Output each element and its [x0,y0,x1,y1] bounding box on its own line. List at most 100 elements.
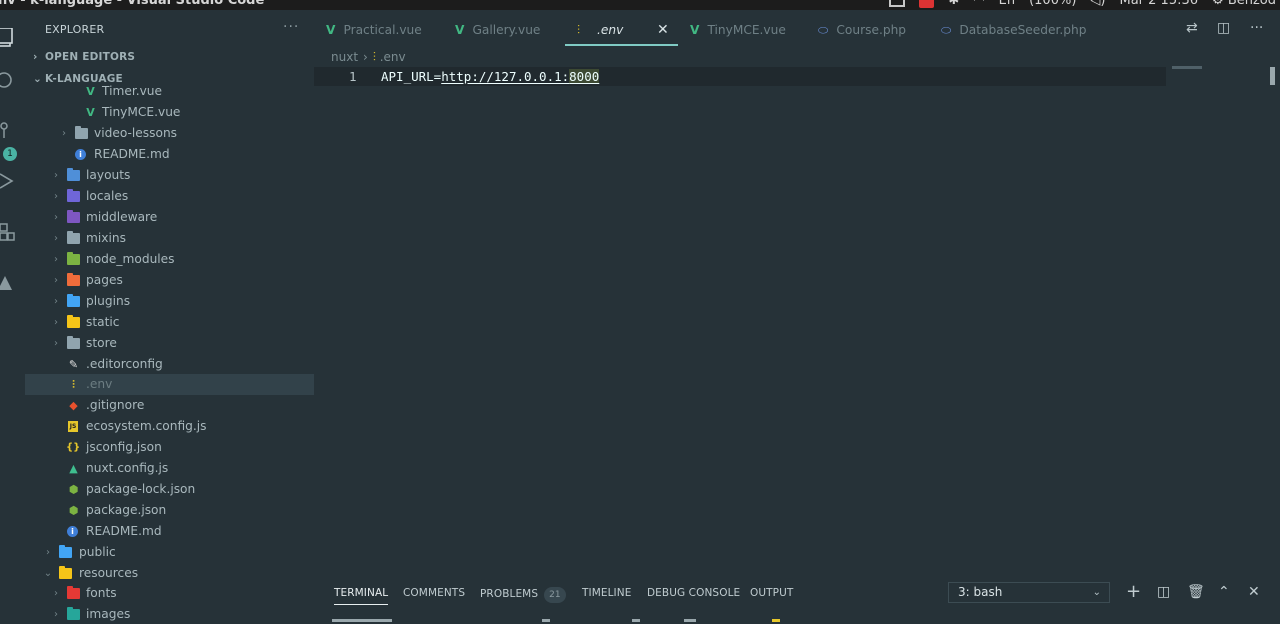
terminal-output[interactable] [332,619,812,624]
split-editor-icon[interactable]: ◫ [1217,20,1230,36]
code-line[interactable]: API_URL=http://127.0.0.1:8000 [381,69,600,84]
search-icon[interactable] [0,72,16,90]
source-control-icon[interactable] [0,122,16,140]
chevron-right-icon: › [54,588,58,599]
tree-item[interactable]: JS ecosystem.config.js [25,416,314,437]
tree-item[interactable]: ✎ .editorconfig [25,354,314,375]
public-folder-icon [59,545,72,558]
chevron-down-icon: ⌄ [43,568,53,579]
middleware-folder-icon [67,210,80,223]
tree-item[interactable]: {} jsconfig.json [25,437,314,458]
breadcrumb-file[interactable]: .env [380,50,406,64]
nuxt-icon[interactable] [0,274,16,292]
open-editors-section[interactable]: › OPEN EDITORS [33,51,135,63]
tree-item[interactable]: › store [25,333,314,354]
split-terminal-icon[interactable]: ◫ [1157,584,1170,600]
tree-item[interactable]: V Timer.vue [25,85,314,102]
tab-terminal[interactable]: TERMINAL [334,587,389,605]
more-actions-icon[interactable]: ··· [283,19,299,35]
tree-item[interactable]: ⌄ resources [25,563,314,584]
terminal-select[interactable]: 3: bash ⌄ [948,582,1110,603]
user-menu[interactable]: ⚙ Behzod [1212,0,1276,8]
git-icon: ◆ [69,399,78,412]
tree-item-label: .env [86,377,113,391]
explorer-icon[interactable] [0,28,16,47]
tree-item[interactable]: › fonts [25,583,314,604]
tree-item[interactable]: i README.md [25,521,314,542]
env-file-icon: ⫶ [372,50,376,64]
tab-output[interactable]: OUTPUT [750,587,793,599]
folder-icon [75,126,88,139]
tree-item[interactable]: › locales [25,186,314,207]
volume-icon[interactable]: ◁) [1090,0,1105,8]
chevron-right-icon: › [46,547,50,558]
info-icon: i [67,526,78,537]
compare-changes-icon[interactable]: ⇄ [1186,20,1198,36]
tree-item[interactable]: ⬢ package.json [25,500,314,521]
trash-icon[interactable]: 🗑 [1187,584,1205,600]
extensions-icon[interactable] [0,222,16,241]
tree-item-label: images [86,607,131,621]
tree-item[interactable]: › images [25,604,314,624]
minimap[interactable] [1172,66,1202,69]
tree-item[interactable]: ◆ .gitignore [25,395,314,416]
app-indicator-icon[interactable] [888,0,905,7]
tree-item[interactable]: › middleware [25,207,314,228]
tree-item-selected[interactable]: ⫶ .env [25,374,314,395]
more-actions-icon[interactable]: ··· [1250,20,1263,36]
user-name: Behzod [1227,0,1276,8]
tree-item[interactable]: › public [25,542,314,563]
file-tree: V Timer.vue V TinyMCE.vue › video-lesson… [25,85,314,624]
tree-item[interactable]: › pages [25,270,314,291]
tab-course[interactable]: ⬭ Course.php [818,10,906,46]
tab-comments[interactable]: COMMENTS [403,587,465,599]
language-indicator[interactable]: En [999,0,1015,8]
tree-item[interactable]: ⬢ package-lock.json [25,479,314,500]
tree-item-label: plugins [86,294,131,308]
clock[interactable]: Mar 2 15:36 [1119,0,1198,8]
run-debug-icon[interactable] [0,172,16,190]
env-url[interactable]: http://127.0.0.1:8000 [441,69,600,84]
new-terminal-icon[interactable]: + [1126,581,1141,602]
tree-item[interactable]: › mixins [25,228,314,249]
tree-item[interactable]: › plugins [25,291,314,312]
node-modules-folder-icon [67,252,80,265]
tab-env[interactable]: ⫶ .env ✕ [565,10,678,46]
slack-icon[interactable]: ✱ [948,0,959,8]
breadcrumb-folder[interactable]: nuxt [331,50,358,64]
tree-item-label: layouts [86,168,131,182]
project-section[interactable]: ⌄ K-LANGUAGE [33,73,123,85]
env-file-icon: ⫶ [72,378,75,391]
tab-tinymce[interactable]: V TinyMCE.vue [690,10,786,46]
fonts-folder-icon [67,586,80,599]
tree-item[interactable]: › video-lessons [25,123,314,144]
notification-badge[interactable]: 85 [918,0,935,8]
tab-problems[interactable]: PROBLEMS 21 [480,583,566,603]
editorconfig-icon: ✎ [68,358,79,371]
nuxt-config-icon: ▲ [69,462,78,475]
tree-item[interactable]: V TinyMCE.vue [25,102,314,123]
close-icon[interactable]: ✕ [657,10,669,50]
maximize-panel-icon[interactable]: ⌃ [1218,584,1230,600]
close-panel-icon[interactable]: ✕ [1248,584,1260,600]
tab-database-seeder[interactable]: ⬭ DatabaseSeeder.php [941,10,1087,46]
tab-debug-console[interactable]: DEBUG CONSOLE [647,587,740,599]
battery-indicator[interactable]: (100%) [1029,0,1076,8]
tab-timeline[interactable]: TIMELINE [582,587,631,599]
chevron-right-icon: › [54,233,58,244]
tree-item[interactable]: i README.md [25,144,314,165]
tab-gallery[interactable]: V Gallery.vue [455,10,540,46]
tree-item[interactable]: ▲ nuxt.config.js [25,458,314,479]
tree-item[interactable]: › layouts [25,165,314,186]
activity-bar: 1 [0,10,25,624]
tab-practical[interactable]: V Practical.vue [326,10,422,46]
info-icon: i [75,149,86,160]
tree-item[interactable]: › static [25,312,314,333]
terminal-select-value: 3: bash [958,585,1003,599]
wifi-icon[interactable]: ◠ [973,0,984,8]
tree-item-label: README.md [86,524,162,538]
static-folder-icon [67,315,80,328]
editor-scrollbar[interactable] [1270,67,1275,85]
chevron-right-icon: › [33,51,38,63]
tree-item[interactable]: › node_modules [25,249,314,270]
